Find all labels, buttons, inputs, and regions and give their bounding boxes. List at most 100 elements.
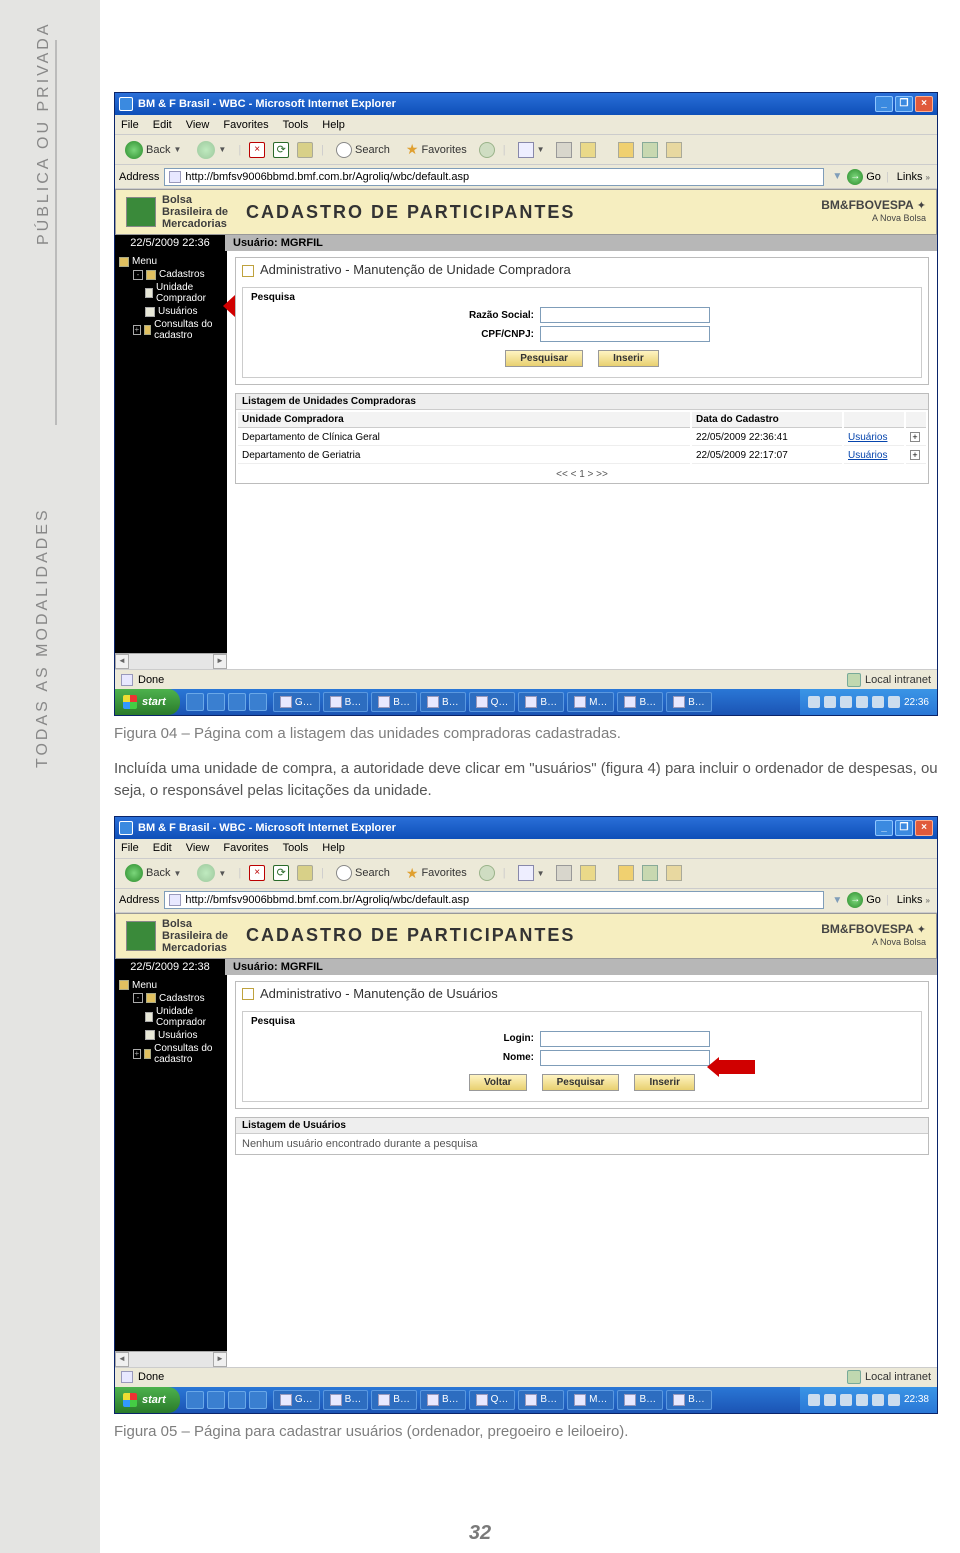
refresh-icon[interactable]: ⟳ xyxy=(273,865,289,881)
tree-cadastros[interactable]: -Cadastros xyxy=(119,268,223,281)
window-restore-button[interactable]: ❐ xyxy=(895,96,913,112)
address-input[interactable]: http://bmfsv9006bbmd.bmf.com.br/Agroliq/… xyxy=(164,891,824,909)
quicklaunch-icon[interactable] xyxy=(207,1391,225,1409)
taskbar-item[interactable]: B… xyxy=(371,1390,417,1410)
tray-icon[interactable] xyxy=(856,696,868,708)
quicklaunch-icon[interactable] xyxy=(249,1391,267,1409)
voltar-button[interactable]: Voltar xyxy=(469,1074,527,1091)
taskbar-item[interactable]: B… xyxy=(617,1390,663,1410)
menu-file[interactable]: File xyxy=(121,119,139,131)
forward-button[interactable]: ▼ xyxy=(193,139,230,161)
back-button[interactable]: Back▼ xyxy=(121,139,185,161)
tree-unidade-compradora[interactable]: Unidade Comprador xyxy=(119,1005,223,1029)
history-icon[interactable] xyxy=(479,142,495,158)
menu-tools[interactable]: Tools xyxy=(283,119,309,131)
search-button[interactable]: Search xyxy=(332,140,394,160)
links-button[interactable]: Links » xyxy=(894,894,933,906)
taskbar-item[interactable]: B… xyxy=(420,1390,466,1410)
quicklaunch-icon[interactable] xyxy=(228,693,246,711)
research-icon[interactable] xyxy=(618,865,634,881)
refresh-icon[interactable]: ⟳ xyxy=(273,142,289,158)
usuarios-link[interactable]: Usuários xyxy=(848,432,887,443)
search-button[interactable]: Search xyxy=(332,863,394,883)
assist-icon[interactable] xyxy=(666,865,682,881)
expand-icon[interactable]: + xyxy=(910,432,920,442)
expand-icon[interactable]: + xyxy=(910,450,920,460)
menu-view[interactable]: View xyxy=(186,842,210,854)
input-cpf-cnpj[interactable] xyxy=(540,326,710,342)
edit-icon[interactable] xyxy=(580,865,596,881)
messenger-icon[interactable] xyxy=(642,865,658,881)
tray-icon[interactable] xyxy=(888,696,900,708)
mail-icon[interactable]: ▼ xyxy=(514,140,549,160)
window-minimize-button[interactable]: _ xyxy=(875,96,893,112)
tray-icon[interactable] xyxy=(808,1394,820,1406)
go-button[interactable]: →Go xyxy=(847,169,881,185)
taskbar-item[interactable]: B… xyxy=(666,1390,712,1410)
stop-icon[interactable]: × xyxy=(249,142,265,158)
menu-help[interactable]: Help xyxy=(322,842,345,854)
menu-favorites[interactable]: Favorites xyxy=(223,842,268,854)
tree-menu[interactable]: Menu xyxy=(119,255,223,268)
taskbar-item[interactable]: B… xyxy=(518,1390,564,1410)
taskbar-item[interactable]: G… xyxy=(273,1390,320,1410)
window-close-button[interactable]: × xyxy=(915,96,933,112)
sidebar-scrollbar[interactable]: ◄► xyxy=(115,1351,227,1367)
taskbar-item[interactable]: M… xyxy=(567,1390,614,1410)
start-button[interactable]: start xyxy=(115,689,180,715)
input-razao-social[interactable] xyxy=(540,307,710,323)
quicklaunch-icon[interactable] xyxy=(249,693,267,711)
quicklaunch-icon[interactable] xyxy=(186,1391,204,1409)
menu-file[interactable]: File xyxy=(121,842,139,854)
quicklaunch-icon[interactable] xyxy=(207,693,225,711)
menu-view[interactable]: View xyxy=(186,119,210,131)
messenger-icon[interactable] xyxy=(642,142,658,158)
favorites-button[interactable]: ★Favorites xyxy=(402,139,471,160)
tray-icon[interactable] xyxy=(888,1394,900,1406)
tray-icon[interactable] xyxy=(872,696,884,708)
assist-icon[interactable] xyxy=(666,142,682,158)
address-input[interactable]: http://bmfsv9006bbmd.bmf.com.br/Agroliq/… xyxy=(164,168,824,186)
history-icon[interactable] xyxy=(479,865,495,881)
tree-usuarios[interactable]: Usuários xyxy=(119,1029,223,1042)
pesquisar-button[interactable]: Pesquisar xyxy=(542,1074,620,1091)
taskbar-item[interactable]: B… xyxy=(420,692,466,712)
window-minimize-button[interactable]: _ xyxy=(875,820,893,836)
input-login[interactable] xyxy=(540,1031,710,1047)
tree-usuarios[interactable]: Usuários xyxy=(119,305,223,318)
taskbar-item[interactable]: Q… xyxy=(469,692,516,712)
inserir-button[interactable]: Inserir xyxy=(634,1074,695,1091)
tree-consultas[interactable]: +Consultas do cadastro xyxy=(119,318,223,342)
tray-icon[interactable] xyxy=(840,1394,852,1406)
pager[interactable]: << < 1 > >> xyxy=(236,466,928,483)
taskbar-item[interactable]: B… xyxy=(323,692,369,712)
menu-edit[interactable]: Edit xyxy=(153,842,172,854)
tree-menu[interactable]: Menu xyxy=(119,979,223,992)
sidebar-scrollbar[interactable]: ◄► xyxy=(115,653,227,669)
favorites-button[interactable]: ★Favorites xyxy=(402,863,471,884)
pesquisar-button[interactable]: Pesquisar xyxy=(505,350,583,367)
go-button[interactable]: →Go xyxy=(847,892,881,908)
research-icon[interactable] xyxy=(618,142,634,158)
window-close-button[interactable]: × xyxy=(915,820,933,836)
menu-help[interactable]: Help xyxy=(322,119,345,131)
usuarios-link[interactable]: Usuários xyxy=(848,450,887,461)
taskbar-item[interactable]: B… xyxy=(518,692,564,712)
input-nome[interactable] xyxy=(540,1050,710,1066)
print-icon[interactable] xyxy=(556,865,572,881)
tray-icon[interactable] xyxy=(824,1394,836,1406)
taskbar-item[interactable]: B… xyxy=(666,692,712,712)
taskbar-item[interactable]: B… xyxy=(371,692,417,712)
edit-icon[interactable] xyxy=(580,142,596,158)
quicklaunch-icon[interactable] xyxy=(186,693,204,711)
home-icon[interactable] xyxy=(297,142,313,158)
inserir-button[interactable]: Inserir xyxy=(598,350,659,367)
tray-icon[interactable] xyxy=(840,696,852,708)
tree-cadastros[interactable]: -Cadastros xyxy=(119,992,223,1005)
menu-edit[interactable]: Edit xyxy=(153,119,172,131)
menu-tools[interactable]: Tools xyxy=(283,842,309,854)
address-dropdown-icon[interactable]: ▼ xyxy=(832,895,842,906)
home-icon[interactable] xyxy=(297,865,313,881)
tray-icon[interactable] xyxy=(856,1394,868,1406)
print-icon[interactable] xyxy=(556,142,572,158)
